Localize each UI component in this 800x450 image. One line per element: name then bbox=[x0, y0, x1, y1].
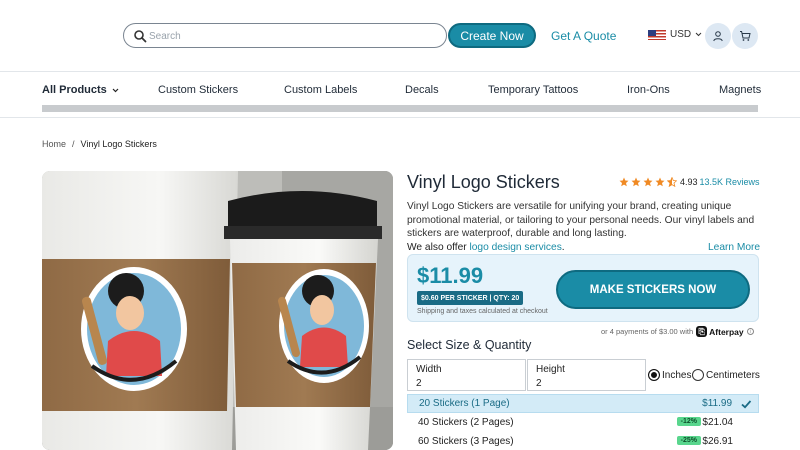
quantity-option[interactable]: 60 Stickers (3 Pages) -25% $26.91 bbox=[407, 432, 759, 450]
us-flag-icon bbox=[648, 29, 666, 40]
cart-button[interactable] bbox=[732, 23, 758, 49]
search-bar[interactable] bbox=[123, 23, 447, 48]
currency-label: USD bbox=[670, 29, 692, 40]
width-input[interactable] bbox=[416, 377, 516, 389]
afterpay-note: or 4 payments of $3.00 with ⎘ Afterpay i bbox=[601, 326, 754, 337]
product-image bbox=[42, 171, 393, 450]
nav-iron-ons[interactable]: Iron-Ons bbox=[627, 84, 670, 96]
product-rating[interactable]: 4.93 13.5K Reviews bbox=[619, 177, 760, 187]
learn-more-link[interactable]: Learn More bbox=[708, 242, 760, 253]
per-sticker-badge: $0.60 PER STICKER | QTY: 20 bbox=[417, 291, 524, 305]
site-header: Create Now Get A Quote USD bbox=[0, 0, 800, 72]
star-icon bbox=[655, 177, 665, 187]
height-field[interactable]: Height bbox=[527, 359, 646, 391]
quantity-label: 40 Stickers (2 Pages) bbox=[418, 417, 514, 428]
make-stickers-button[interactable]: MAKE STICKERS NOW bbox=[556, 270, 750, 309]
nav-custom-stickers[interactable]: Custom Stickers bbox=[158, 84, 238, 96]
note-suffix: . bbox=[561, 242, 565, 253]
get-a-quote-link[interactable]: Get A Quote bbox=[551, 29, 616, 43]
nav-all-products[interactable]: All Products bbox=[42, 84, 119, 96]
quantity-option[interactable]: 20 Stickers (1 Page) $11.99 bbox=[407, 394, 759, 413]
star-icon bbox=[631, 177, 641, 187]
account-button[interactable] bbox=[705, 23, 731, 49]
user-icon bbox=[713, 31, 723, 42]
nav-custom-labels[interactable]: Custom Labels bbox=[284, 84, 357, 96]
rating-value: 4.93 bbox=[680, 177, 698, 187]
coffee-cups-image bbox=[42, 171, 393, 450]
unit-centimeters-radio[interactable]: Centimeters bbox=[692, 369, 760, 381]
price-value: $11.99 bbox=[417, 263, 484, 288]
discount-badge: -12% bbox=[676, 417, 701, 426]
unit-inches-label: Inches bbox=[662, 369, 692, 381]
shipping-note: Shipping and taxes calculated at checkou… bbox=[417, 308, 548, 315]
reviews-link[interactable]: 13.5K Reviews bbox=[700, 177, 760, 187]
afterpay-logo: ⎘ Afterpay bbox=[696, 326, 744, 337]
width-field[interactable]: Width bbox=[407, 359, 526, 391]
product-title: Vinyl Logo Stickers bbox=[407, 172, 560, 192]
star-icon bbox=[619, 177, 629, 187]
search-icon bbox=[134, 30, 147, 43]
radio-unselected-icon bbox=[692, 369, 704, 381]
currency-selector[interactable]: USD bbox=[648, 29, 702, 40]
quantity-price: $26.91 bbox=[702, 436, 733, 447]
width-label: Width bbox=[416, 364, 442, 375]
star-half-icon bbox=[667, 177, 677, 187]
chevron-down-icon bbox=[695, 32, 702, 37]
quantity-label: 20 Stickers (1 Page) bbox=[419, 398, 510, 409]
search-input[interactable] bbox=[149, 27, 439, 45]
afterpay-icon: ⎘ bbox=[696, 326, 708, 337]
product-description: Vinyl Logo Stickers are versatile for un… bbox=[407, 201, 755, 240]
breadcrumb: Home / Vinyl Logo Stickers bbox=[42, 139, 157, 149]
radio-selected-icon bbox=[648, 369, 660, 381]
quantity-option[interactable]: 40 Stickers (2 Pages) -12% $21.04 bbox=[407, 413, 759, 432]
nav-magnets[interactable]: Magnets bbox=[719, 84, 761, 96]
breadcrumb-current: Vinyl Logo Stickers bbox=[80, 139, 157, 149]
note-prefix: We also offer bbox=[407, 242, 470, 253]
info-icon[interactable]: i bbox=[746, 328, 754, 335]
price-box: $11.99 $0.60 PER STICKER | QTY: 20 Shipp… bbox=[407, 254, 759, 322]
size-quantity-heading: Select Size & Quantity bbox=[407, 338, 532, 352]
discount-badge: -25% bbox=[676, 436, 701, 445]
unit-inches-radio[interactable]: Inches bbox=[648, 369, 691, 381]
nav-label: All Products bbox=[42, 84, 107, 96]
logo-design-link[interactable]: logo design services bbox=[469, 242, 561, 253]
afterpay-text: or 4 payments of $3.00 with bbox=[601, 327, 694, 336]
checkmark-icon bbox=[741, 400, 752, 409]
nav-decals[interactable]: Decals bbox=[405, 84, 439, 96]
height-label: Height bbox=[536, 364, 565, 375]
star-icon bbox=[643, 177, 653, 187]
height-input[interactable] bbox=[536, 377, 636, 389]
breadcrumb-separator: / bbox=[72, 139, 75, 149]
create-now-button[interactable]: Create Now bbox=[448, 23, 536, 48]
breadcrumb-home[interactable]: Home bbox=[42, 139, 66, 149]
chevron-down-icon bbox=[112, 88, 119, 92]
afterpay-brand: Afterpay bbox=[709, 326, 744, 337]
nav-scrollbar[interactable] bbox=[42, 105, 758, 112]
quantity-price: $11.99 bbox=[702, 398, 732, 409]
logo-design-note: We also offer logo design services. bbox=[407, 242, 565, 253]
cart-icon bbox=[740, 31, 751, 41]
unit-centimeters-label: Centimeters bbox=[706, 369, 760, 381]
quantity-label: 60 Stickers (3 Pages) bbox=[418, 436, 514, 447]
quantity-price: $21.04 bbox=[702, 417, 733, 428]
nav-temporary-tattoos[interactable]: Temporary Tattoos bbox=[488, 84, 578, 96]
